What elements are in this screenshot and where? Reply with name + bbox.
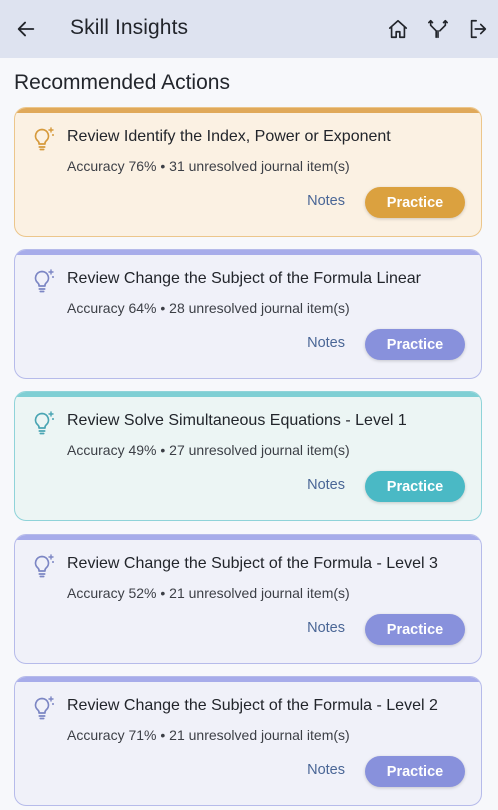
lightbulb-sparkle-icon [31, 126, 57, 152]
app-bar: Skill Insights [0, 0, 498, 58]
practice-button[interactable]: Practice [365, 614, 465, 645]
practice-button[interactable]: Practice [365, 756, 465, 787]
section-title: Recommended Actions [14, 71, 230, 94]
notes-button[interactable]: Notes [307, 762, 345, 778]
practice-button[interactable]: Practice [365, 187, 465, 218]
card-title: Review Change the Subject of the Formula… [67, 270, 421, 287]
practice-button[interactable]: Practice [365, 471, 465, 502]
lightbulb-sparkle-icon [31, 695, 57, 721]
lightbulb-sparkle-icon [31, 410, 57, 436]
card-title: Review Change the Subject of the Formula… [67, 555, 438, 572]
recommendation-card: Review Change the Subject of the Formula… [14, 534, 482, 664]
logout-icon[interactable] [466, 17, 490, 41]
notes-button[interactable]: Notes [307, 193, 345, 209]
recommendation-card: Review Change the Subject of the Formula… [14, 249, 482, 379]
notes-button[interactable]: Notes [307, 477, 345, 493]
home-icon[interactable] [386, 17, 410, 41]
card-accent-band [15, 535, 481, 540]
card-title: Review Identify the Index, Power or Expo… [67, 128, 391, 145]
notes-button[interactable]: Notes [307, 620, 345, 636]
lightbulb-sparkle-icon [31, 553, 57, 579]
lightbulb-sparkle-icon [31, 268, 57, 294]
card-accent-band [15, 250, 481, 255]
recommendation-card: Review Identify the Index, Power or Expo… [14, 107, 482, 237]
card-meta: Accuracy 71% • 21 unresolved journal ite… [67, 727, 350, 743]
card-title: Review Solve Simultaneous Equations - Le… [67, 412, 407, 429]
practice-button[interactable]: Practice [365, 329, 465, 360]
card-accent-band [15, 392, 481, 397]
recommendation-card: Review Change the Subject of the Formula… [14, 676, 482, 806]
card-meta: Accuracy 49% • 27 unresolved journal ite… [67, 442, 350, 458]
recommendation-card: Review Solve Simultaneous Equations - Le… [14, 391, 482, 521]
card-accent-band [15, 677, 481, 682]
card-title: Review Change the Subject of the Formula… [67, 697, 438, 714]
back-arrow-icon[interactable] [14, 17, 38, 41]
card-meta: Accuracy 52% • 21 unresolved journal ite… [67, 585, 350, 601]
notes-button[interactable]: Notes [307, 335, 345, 351]
card-meta: Accuracy 76% • 31 unresolved journal ite… [67, 158, 350, 174]
fork-icon[interactable] [426, 17, 450, 41]
card-meta: Accuracy 64% • 28 unresolved journal ite… [67, 300, 350, 316]
card-accent-band [15, 108, 481, 113]
page-title: Skill Insights [70, 16, 189, 39]
